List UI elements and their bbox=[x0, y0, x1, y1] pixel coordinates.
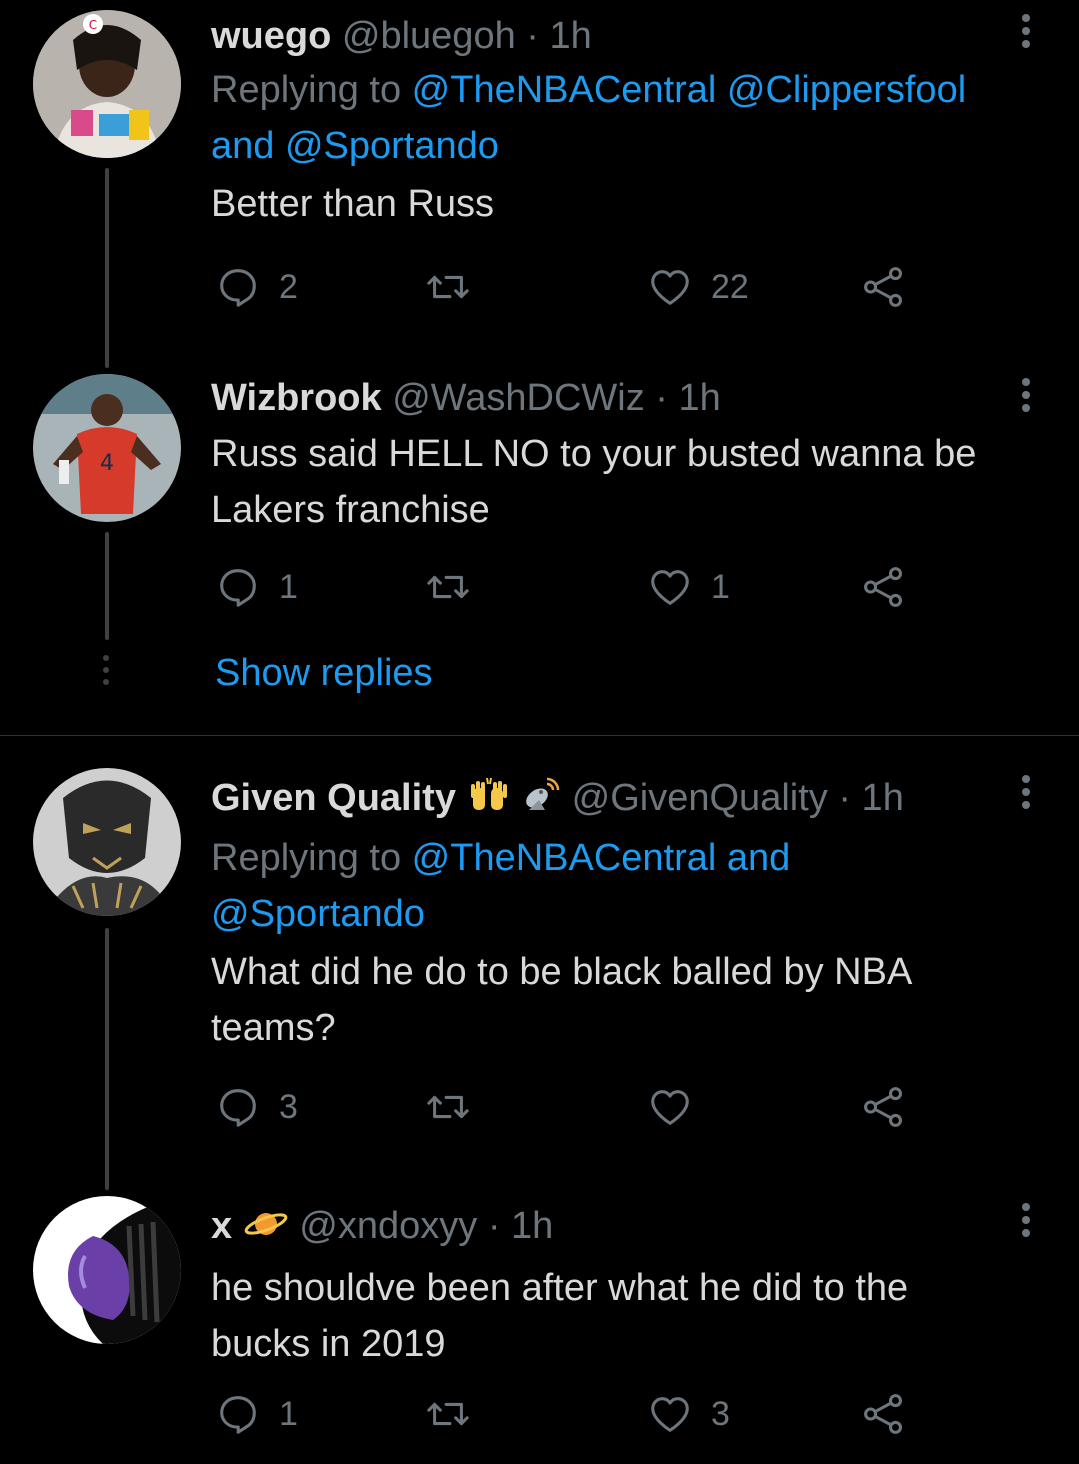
retweet-icon bbox=[427, 1402, 469, 1426]
reply-icon bbox=[220, 269, 256, 307]
tweet-text: Russ said HELL NO to your busted wanna b… bbox=[211, 433, 977, 531]
action-bar: 3 bbox=[211, 1082, 931, 1132]
reply-count: 1 bbox=[279, 567, 298, 606]
svg-text:4: 4 bbox=[100, 451, 114, 476]
tweet-text: What did he do to be black balled by NBA… bbox=[211, 951, 913, 1049]
share-button[interactable] bbox=[861, 1389, 907, 1439]
avatar-wuego[interactable]: C bbox=[33, 10, 181, 158]
tweet-header: Wizbrook @WashDCWiz · 1h bbox=[211, 372, 1019, 424]
avatar-given-quality[interactable] bbox=[33, 768, 181, 916]
avatar-x[interactable] bbox=[33, 1196, 181, 1344]
like-button[interactable]: 1 bbox=[647, 562, 730, 612]
retweet-button[interactable] bbox=[425, 562, 471, 612]
handle[interactable]: @bluegoh bbox=[342, 15, 516, 57]
more-icon[interactable] bbox=[1021, 14, 1031, 53]
reply-button[interactable]: 1 bbox=[215, 1389, 298, 1439]
tweet-header: Given Quality @GivenQuality · 1h bbox=[211, 772, 1019, 830]
more-icon[interactable] bbox=[1021, 775, 1031, 814]
raising-hands-emoji bbox=[467, 776, 511, 830]
more-icon[interactable] bbox=[1021, 378, 1031, 417]
reply-count: 1 bbox=[279, 1394, 298, 1433]
replying-to: Replying to @TheNBACentral @Clippersfool… bbox=[211, 69, 967, 167]
reply-icon bbox=[220, 1089, 256, 1127]
ringed-planet-emoji bbox=[243, 1204, 289, 1258]
like-button[interactable]: 3 bbox=[647, 1389, 730, 1439]
retweet-button[interactable] bbox=[425, 262, 471, 312]
retweet-icon bbox=[427, 275, 469, 299]
reply-button[interactable]: 3 bbox=[215, 1082, 298, 1132]
like-icon bbox=[651, 1397, 689, 1432]
more-icon[interactable] bbox=[1021, 1203, 1031, 1242]
handle[interactable]: @xndoxyy bbox=[299, 1205, 477, 1247]
tweet-text: he shouldve been after what he did to th… bbox=[211, 1267, 909, 1365]
replying-to: Replying to @TheNBACentral and @Sportand… bbox=[211, 837, 791, 935]
thread-line bbox=[105, 168, 109, 368]
mention-links[interactable]: @TheNBACentral @Clippersfool bbox=[412, 69, 966, 111]
share-icon bbox=[864, 267, 903, 307]
reply-button[interactable]: 2 bbox=[215, 262, 298, 312]
share-button[interactable] bbox=[861, 262, 907, 312]
retweet-button[interactable] bbox=[425, 1389, 471, 1439]
display-name[interactable]: Given Quality bbox=[211, 777, 456, 819]
retweet-icon bbox=[427, 1095, 469, 1119]
like-icon bbox=[651, 270, 689, 305]
share-button[interactable] bbox=[861, 1082, 907, 1132]
action-bar: 1 1 bbox=[211, 562, 931, 612]
timestamp[interactable]: · 1h bbox=[655, 377, 720, 419]
reply-count: 3 bbox=[279, 1087, 298, 1126]
timestamp[interactable]: · 1h bbox=[838, 777, 903, 819]
mention-link[interactable]: @Sportando bbox=[211, 893, 425, 935]
mention-links[interactable]: @TheNBACentral and bbox=[412, 837, 791, 879]
tweet-text: Better than Russ bbox=[211, 183, 495, 225]
reply-icon bbox=[220, 1396, 256, 1434]
action-bar: 2 22 bbox=[211, 262, 931, 312]
thread-line bbox=[105, 532, 109, 640]
share-icon bbox=[864, 1394, 903, 1434]
like-icon bbox=[651, 570, 689, 605]
handle[interactable]: @WashDCWiz bbox=[392, 377, 645, 419]
display-name[interactable]: Wizbrook bbox=[211, 377, 382, 419]
like-count: 22 bbox=[711, 267, 749, 306]
avatar-wizbrook[interactable]: 4 bbox=[33, 374, 181, 522]
svg-text:C: C bbox=[89, 18, 97, 32]
reply-button[interactable]: 1 bbox=[215, 562, 298, 612]
thread-line bbox=[105, 928, 109, 1190]
reply-count: 2 bbox=[279, 267, 298, 306]
action-bar: 1 3 bbox=[211, 1389, 931, 1439]
retweet-button[interactable] bbox=[425, 1082, 471, 1132]
divider bbox=[0, 735, 1079, 736]
like-icon bbox=[651, 1090, 689, 1125]
thread-continuation-dots bbox=[101, 655, 111, 691]
timestamp[interactable]: · 1h bbox=[488, 1205, 553, 1247]
like-count: 3 bbox=[711, 1394, 730, 1433]
tweet-header: wuego @bluegoh · 1h bbox=[211, 10, 1019, 62]
share-icon bbox=[864, 1087, 903, 1127]
retweet-icon bbox=[427, 575, 469, 599]
display-name[interactable]: x bbox=[211, 1205, 232, 1247]
timestamp[interactable]: · 1h bbox=[526, 15, 591, 57]
handle[interactable]: @GivenQuality bbox=[572, 777, 828, 819]
tweet-header: x @xndoxyy · 1h bbox=[211, 1200, 1019, 1258]
like-count: 1 bbox=[711, 567, 730, 606]
display-name[interactable]: wuego bbox=[211, 15, 331, 57]
satellite-dish-emoji bbox=[521, 776, 561, 830]
like-button[interactable] bbox=[647, 1082, 711, 1132]
share-icon bbox=[864, 567, 903, 607]
like-button[interactable]: 22 bbox=[647, 262, 749, 312]
reply-icon bbox=[220, 569, 256, 607]
mention-link[interactable]: @Sportando bbox=[285, 125, 499, 167]
share-button[interactable] bbox=[861, 562, 907, 612]
show-replies-link[interactable]: Show replies bbox=[215, 648, 433, 698]
